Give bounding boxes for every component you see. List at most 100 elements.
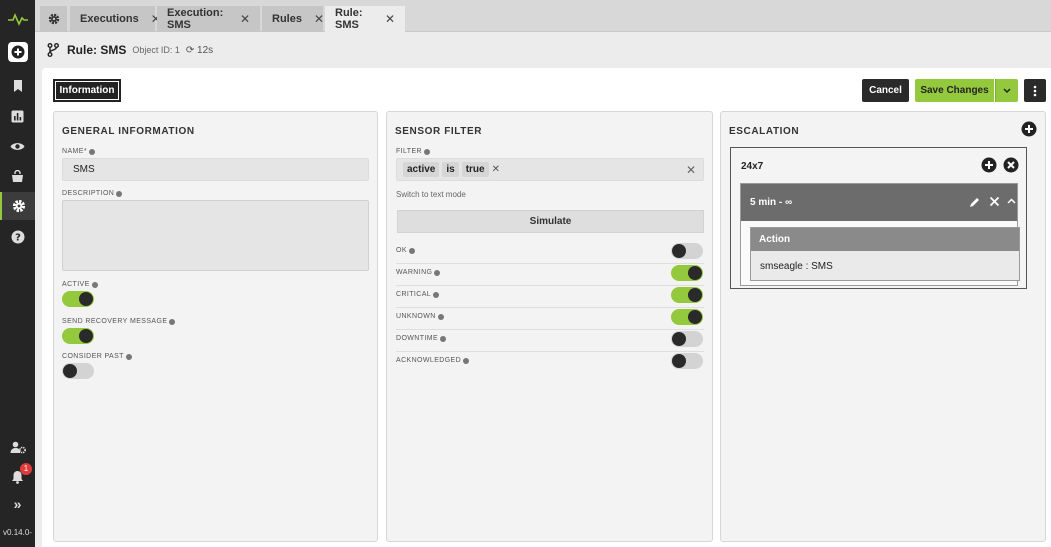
state-ok-label: OK (396, 247, 415, 254)
close-icon[interactable]: ✕ (240, 12, 250, 26)
active-toggle[interactable] (62, 291, 94, 307)
escalation-schedule: 24x7 5 min - ∞ Action smseagle: SMS (730, 147, 1027, 289)
simulate-button[interactable]: Simulate (397, 210, 704, 233)
bookmark-icon (13, 80, 22, 92)
state-label: WARNING (396, 269, 433, 276)
filter-chip[interactable]: active (403, 162, 440, 177)
sidebar-item-help[interactable]: ? (0, 223, 35, 251)
object-id: Object ID: 1 (132, 45, 180, 55)
state-unknown-label: UNKNOWN (396, 313, 444, 320)
consider-past-label-text: CONSIDER PAST (62, 353, 124, 360)
clear-filter-icon[interactable]: ✕ (686, 163, 696, 177)
state-label: UNKNOWN (396, 313, 436, 320)
filter-chip[interactable]: is (442, 162, 459, 177)
panel-title: SENSOR FILTER (395, 126, 483, 137)
svg-text:?: ? (15, 233, 21, 244)
app-version: v0.14.0- (3, 528, 32, 537)
state-ok-toggle[interactable] (671, 243, 703, 259)
remove-schedule-icon[interactable] (1003, 157, 1019, 173)
more-menu-button[interactable] (1024, 79, 1046, 102)
tab-execution-sms[interactable]: Execution: SMS ✕ (157, 6, 260, 32)
active-label-text: ACTIVE (62, 281, 90, 288)
help-icon[interactable] (125, 353, 132, 360)
bag-icon (12, 169, 23, 182)
panel-title: GENERAL INFORMATION (62, 126, 195, 137)
tab-settings[interactable] (40, 6, 67, 32)
sidebar: ? 1 » v0.14.0- (0, 0, 35, 547)
chevron-down-icon (1003, 87, 1011, 93)
name-label: NAME* (62, 148, 95, 155)
sidebar-item-bookmarks[interactable] (0, 72, 35, 100)
help-icon[interactable] (434, 269, 441, 276)
action-title: Action (751, 228, 1019, 251)
sidebar-item-packages[interactable] (0, 162, 35, 190)
chevron-up-icon[interactable] (1007, 198, 1016, 204)
eye-icon (10, 142, 25, 150)
tab-rule-sms[interactable]: Rule: SMS ✕ (325, 6, 405, 32)
state-downtime-label: DOWNTIME (396, 335, 447, 342)
add-button[interactable] (8, 42, 28, 62)
main-content: Information Cancel Save Changes GENERAL … (42, 68, 1051, 547)
tab-executions[interactable]: Executions ✕ (70, 6, 161, 32)
consider-past-toggle[interactable] (62, 363, 94, 379)
state-warning-toggle[interactable] (671, 265, 703, 281)
tab-label: Executions (80, 13, 139, 25)
name-input[interactable]: SMS (62, 158, 369, 181)
sidebar-item-monitoring[interactable] (0, 132, 35, 160)
close-icon[interactable]: ✕ (314, 12, 324, 26)
save-options-button[interactable] (995, 79, 1018, 102)
help-icon: ? (11, 230, 24, 244)
remove-chip-icon[interactable]: ✕ (492, 164, 500, 175)
close-icon[interactable]: ✕ (385, 12, 395, 26)
help-icon[interactable] (437, 313, 444, 320)
state-critical-label: CRITICAL (396, 291, 440, 298)
toggle-knob (79, 329, 93, 343)
sidebar-item-configuration[interactable] (0, 192, 35, 220)
state-label: OK (396, 247, 407, 254)
help-icon[interactable] (169, 318, 176, 325)
tab-label: Execution: SMS (167, 7, 224, 31)
state-critical-toggle[interactable] (671, 287, 703, 303)
sidebar-item-user-settings[interactable] (0, 433, 35, 461)
kebab-menu-icon (1033, 85, 1037, 96)
add-escalation-icon[interactable] (1021, 121, 1037, 137)
escalation-step-header[interactable]: 5 min - ∞ (741, 184, 1017, 221)
state-downtime-toggle[interactable] (671, 331, 703, 347)
edit-icon[interactable] (969, 196, 981, 208)
page-title: Rule: SMS (67, 43, 127, 57)
send-recovery-toggle[interactable] (62, 328, 94, 344)
description-label: DESCRIPTION (62, 190, 123, 197)
information-tab[interactable]: Information (53, 79, 121, 102)
filter-input[interactable]: active is true ✕ ✕ (396, 158, 704, 181)
object-header: Rule: SMS Object ID: 1 ⟳ 12s (35, 32, 1051, 68)
action-card: Action smseagle : SMS (750, 227, 1020, 281)
save-changes-button[interactable]: Save Changes (915, 79, 994, 102)
help-icon[interactable] (463, 357, 470, 364)
description-textarea[interactable] (62, 200, 369, 271)
refresh-interval: 12s (197, 44, 214, 56)
help-icon[interactable] (91, 281, 98, 288)
filter-chip[interactable]: true (461, 162, 489, 177)
filter-label: FILTER (396, 148, 430, 155)
sidebar-expand-button[interactable]: » (0, 490, 35, 518)
state-unknown-toggle[interactable] (671, 309, 703, 325)
panel-title: ESCALATION (729, 126, 800, 137)
help-icon[interactable] (433, 291, 440, 298)
sidebar-item-reports[interactable] (0, 102, 35, 130)
notification-badge: 1 (20, 463, 32, 475)
close-icon[interactable] (989, 196, 1000, 207)
help-icon[interactable] (408, 247, 415, 254)
help-icon[interactable] (88, 148, 95, 155)
switch-text-mode-link[interactable]: Switch to text mode (396, 190, 466, 199)
tab-rules[interactable]: Rules ✕ (262, 6, 324, 32)
state-label: CRITICAL (396, 291, 432, 298)
action-value[interactable]: smseagle : SMS (751, 251, 1019, 281)
sensor-filter-panel: SENSOR FILTER FILTER active is true ✕ ✕ … (386, 111, 713, 542)
help-icon[interactable] (424, 148, 430, 155)
help-icon[interactable] (440, 335, 447, 342)
state-acknowledged-toggle[interactable] (671, 353, 703, 369)
cancel-button[interactable]: Cancel (862, 79, 909, 102)
refresh-indicator[interactable]: ⟳ 12s (186, 45, 213, 56)
help-icon[interactable] (116, 190, 123, 197)
add-step-icon[interactable] (981, 157, 997, 173)
